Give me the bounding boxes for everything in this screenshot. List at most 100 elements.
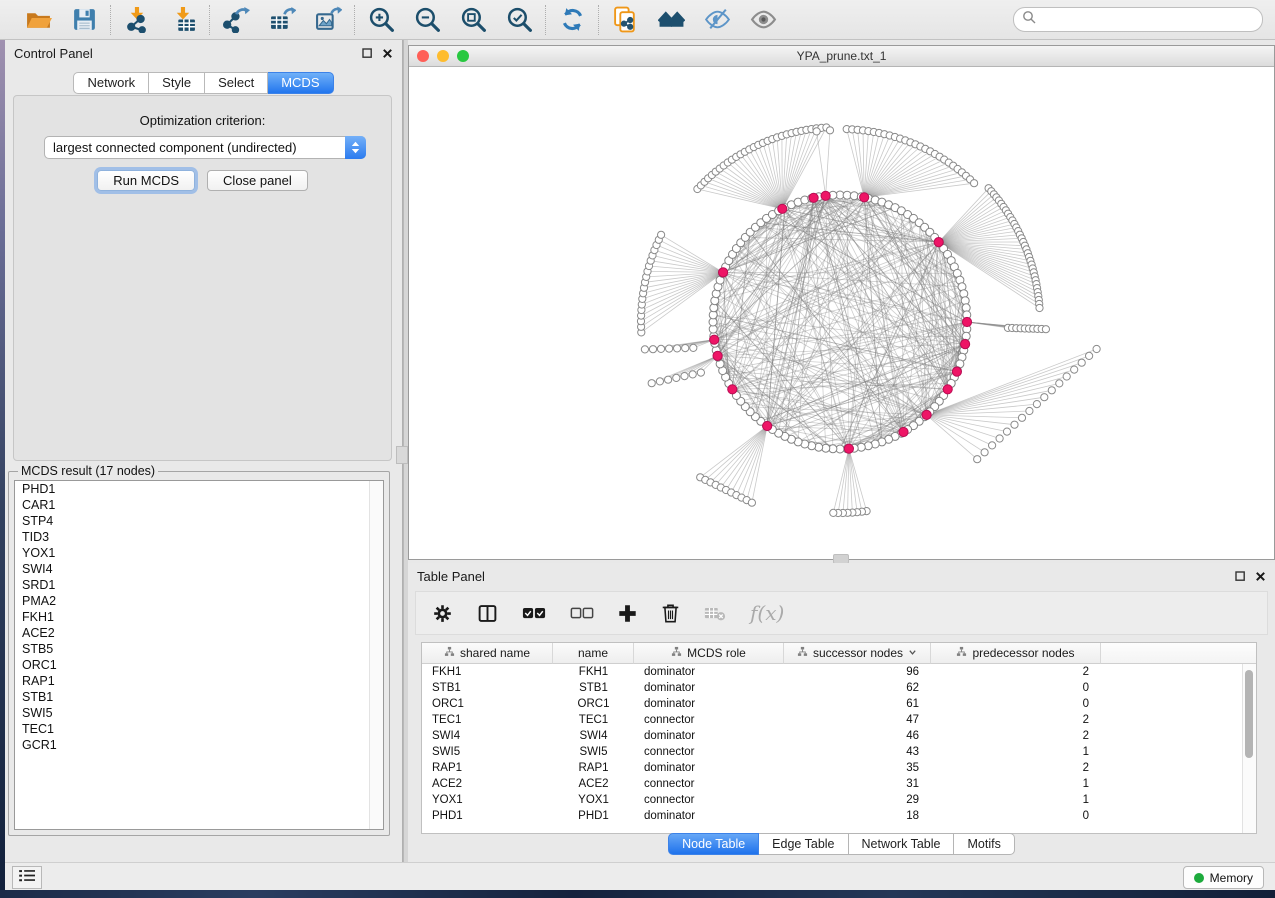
table-row[interactable]: ORC1ORC1dominator610 <box>422 696 1256 712</box>
vertical-splitter-grip[interactable] <box>396 446 408 464</box>
command-panel-button[interactable] <box>12 866 42 889</box>
delete-column-icon[interactable] <box>661 603 680 624</box>
maximize-window-button[interactable] <box>457 50 469 62</box>
table-row[interactable]: TEC1TEC1connector472 <box>422 712 1256 728</box>
cell-shared_name: FKH1 <box>422 664 553 680</box>
close-window-button[interactable] <box>417 50 429 62</box>
open-file-icon[interactable] <box>24 6 52 34</box>
share-document-icon[interactable] <box>611 6 639 34</box>
list-item[interactable]: TID3 <box>15 529 383 545</box>
list-item[interactable]: FKH1 <box>15 609 383 625</box>
export-network-icon[interactable] <box>222 6 250 34</box>
settings-gear-icon[interactable] <box>432 603 453 624</box>
mcds-panel: Optimization criterion: largest connecte… <box>13 95 392 461</box>
mcds-result-list[interactable]: PHD1CAR1STP4TID3YOX1SWI4SRD1PMA2FKH1ACE2… <box>14 480 384 830</box>
list-item[interactable]: STB5 <box>15 641 383 657</box>
list-item[interactable]: STP4 <box>15 513 383 529</box>
select-all-icon[interactable] <box>522 606 546 621</box>
export-image-icon[interactable] <box>314 6 342 34</box>
list-item[interactable]: ORC1 <box>15 657 383 673</box>
list-item[interactable]: STB1 <box>15 689 383 705</box>
run-mcds-button[interactable]: Run MCDS <box>97 170 195 191</box>
show-graphics-details-icon[interactable] <box>749 6 777 34</box>
table-scrollbar[interactable] <box>1242 664 1256 833</box>
list-item[interactable]: TEC1 <box>15 721 383 737</box>
search-input[interactable] <box>1042 12 1254 28</box>
list-item[interactable]: GCR1 <box>15 737 383 753</box>
refresh-view-icon[interactable] <box>558 6 586 34</box>
table-row[interactable]: SWI5SWI5connector431 <box>422 744 1256 760</box>
zoom-selected-icon[interactable] <box>505 6 533 34</box>
export-table-icon[interactable] <box>268 6 296 34</box>
delete-table-icon <box>704 605 726 622</box>
list-item[interactable]: SWI5 <box>15 705 383 721</box>
table-row[interactable]: YOX1YOX1connector291 <box>422 792 1256 808</box>
list-item[interactable]: SRD1 <box>15 577 383 593</box>
column-label: predecessor nodes <box>972 646 1074 660</box>
cell-successor_nodes: 35 <box>784 760 931 776</box>
tab-style[interactable]: Style <box>149 72 205 94</box>
cell-mcds_role: dominator <box>634 728 784 744</box>
list-item[interactable]: RAP1 <box>15 673 383 689</box>
tab-edge-table[interactable]: Edge Table <box>759 833 848 855</box>
zoom-in-icon[interactable] <box>367 6 395 34</box>
hide-graphics-details-icon[interactable] <box>703 6 731 34</box>
cell-shared_name: SWI4 <box>422 728 553 744</box>
list-item[interactable]: PMA2 <box>15 593 383 609</box>
tab-mcds[interactable]: MCDS <box>268 72 333 94</box>
list-item[interactable]: PHD1 <box>15 481 383 497</box>
column-header-mcds_role[interactable]: MCDS role <box>634 643 784 664</box>
cell-shared_name: TEC1 <box>422 712 553 728</box>
tab-network-table[interactable]: Network Table <box>849 833 955 855</box>
minimize-window-button[interactable] <box>437 50 449 62</box>
network-window-titlebar[interactable]: YPA_prune.txt_1 <box>409 46 1274 67</box>
import-table-icon[interactable] <box>169 6 197 34</box>
table-row[interactable]: PHD1PHD1dominator180 <box>422 808 1256 824</box>
zoom-fit-icon[interactable] <box>459 6 487 34</box>
network-graph[interactable] <box>409 66 1274 559</box>
cell-name: SWI5 <box>553 744 634 760</box>
optimization-criterion-select[interactable]: largest connected component (undirected) <box>44 136 366 159</box>
list-item[interactable]: SWI4 <box>15 561 383 577</box>
table-scrollbar-thumb[interactable] <box>1245 670 1253 758</box>
deselect-all-icon[interactable] <box>570 606 594 621</box>
zoom-out-icon[interactable] <box>413 6 441 34</box>
cell-predecessor_nodes: 2 <box>931 760 1101 776</box>
tab-select[interactable]: Select <box>205 72 268 94</box>
cell-name: ACE2 <box>553 776 634 792</box>
table-row[interactable]: ACE2ACE2connector311 <box>422 776 1256 792</box>
column-layout-icon[interactable] <box>477 603 498 624</box>
column-header-name[interactable]: name <box>553 643 634 664</box>
table-row[interactable]: FKH1FKH1dominator962 <box>422 664 1256 680</box>
control-panel-header: Control Panel <box>5 40 402 66</box>
close-panel-button[interactable]: Close panel <box>207 170 308 191</box>
column-header-predecessor_nodes[interactable]: predecessor nodes <box>931 643 1101 664</box>
list-item[interactable]: YOX1 <box>15 545 383 561</box>
table-column-icon <box>444 646 455 660</box>
import-network-icon[interactable] <box>123 6 151 34</box>
column-header-shared_name[interactable]: shared name <box>422 643 553 664</box>
list-item[interactable]: CAR1 <box>15 497 383 513</box>
tab-node-table[interactable]: Node Table <box>668 833 759 855</box>
mcds-list-scrollbar[interactable] <box>369 481 383 829</box>
tab-motifs[interactable]: Motifs <box>954 833 1014 855</box>
close-table-panel-icon[interactable] <box>1255 571 1266 582</box>
list-item[interactable]: ACE2 <box>15 625 383 641</box>
table-panel-header: Table Panel <box>408 563 1275 589</box>
column-header-successor_nodes[interactable]: successor nodes <box>784 643 931 664</box>
node-table[interactable]: shared namenameMCDS rolesuccessor nodes p… <box>421 642 1257 834</box>
select-stepper-icon <box>345 136 366 159</box>
table-row[interactable]: STB1STB1dominator620 <box>422 680 1256 696</box>
float-panel-icon[interactable] <box>362 48 373 59</box>
float-table-panel-icon[interactable] <box>1235 571 1246 582</box>
tab-network[interactable]: Network <box>73 72 149 94</box>
cell-name: YOX1 <box>553 792 634 808</box>
save-session-icon[interactable] <box>70 6 98 34</box>
network-overview-icon[interactable] <box>657 6 685 34</box>
close-panel-icon[interactable] <box>382 48 393 59</box>
add-column-icon[interactable] <box>618 604 637 623</box>
memory-button[interactable]: Memory <box>1183 866 1264 889</box>
table-row[interactable]: RAP1RAP1dominator352 <box>422 760 1256 776</box>
search-box[interactable] <box>1013 7 1263 32</box>
table-row[interactable]: SWI4SWI4dominator462 <box>422 728 1256 744</box>
